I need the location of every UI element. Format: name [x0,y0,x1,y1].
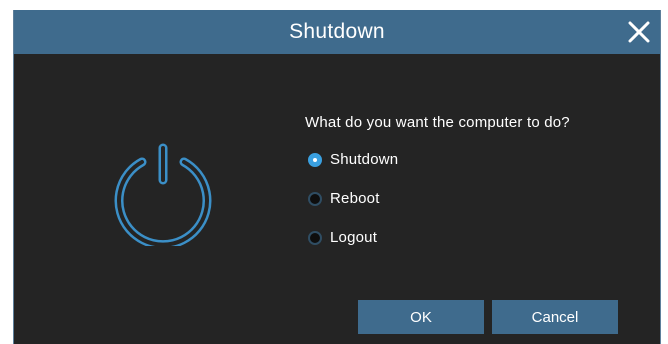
option-label: Logout [330,229,378,246]
radio-shutdown[interactable] [308,152,322,167]
dialog-title: Shutdown [289,20,385,43]
option-reboot[interactable]: Reboot [308,190,380,207]
option-label: Shutdown [330,151,399,168]
shutdown-dialog: Shutdown What do you want the computer t… [13,10,661,344]
prompt-text: What do you want the computer to do? [305,114,570,131]
dialog-titlebar: Shutdown [14,10,660,54]
option-shutdown[interactable]: Shutdown [308,151,398,168]
power-icon [112,142,214,250]
close-icon[interactable] [624,17,654,47]
cancel-button[interactable]: Cancel [492,300,618,334]
ok-button[interactable]: OK [358,300,484,334]
option-label: Reboot [330,190,380,207]
radio-reboot[interactable] [308,191,322,206]
option-logout[interactable]: Logout [308,229,377,246]
radio-logout[interactable] [308,230,322,245]
